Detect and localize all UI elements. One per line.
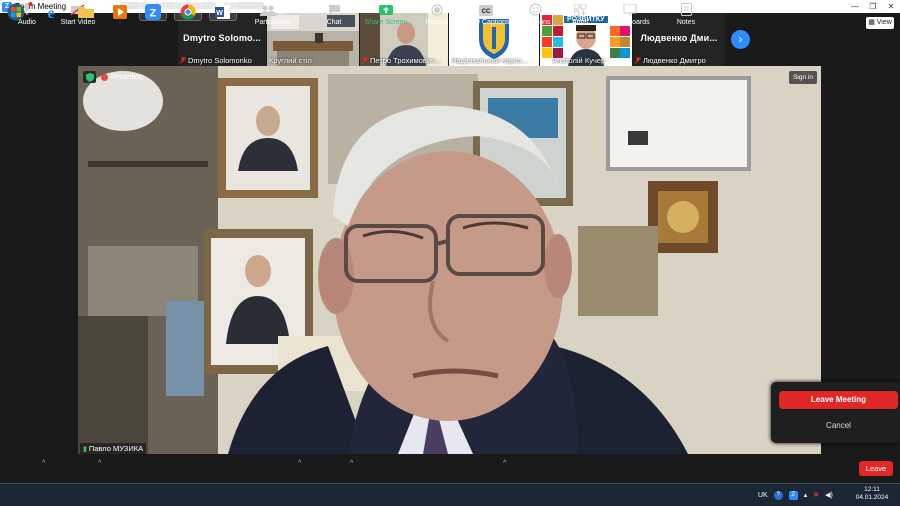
taskbar-clock[interactable]: 12:11 04.01.2024 (852, 486, 892, 502)
taskbar-internet-explorer[interactable]: e (37, 2, 65, 21)
zoom-app-icon: Z (145, 3, 161, 20)
whiteboard-icon (623, 4, 637, 16)
windows-start-icon (7, 3, 25, 20)
system-tray: UK ? Z ▴ ✖ ◀) (758, 484, 833, 506)
internet-explorer-icon: e (47, 5, 54, 20)
sign-in-button[interactable]: Sign in (789, 71, 817, 84)
participants-options-caret[interactable]: ^ (298, 460, 301, 467)
svg-text:W: W (216, 10, 223, 17)
participants-icon (260, 5, 277, 16)
chat-icon (328, 5, 340, 15)
participants-count: 10 (278, 9, 286, 16)
participant-label: Анатолій Кучер (552, 56, 606, 65)
leave-meeting-popup: Leave Meeting Cancel (771, 382, 900, 443)
maximize-icon[interactable]: ❐ (864, 0, 882, 13)
word-icon: W (215, 4, 230, 19)
whiteboards-button[interactable]: Whiteboards (608, 2, 652, 29)
chat-button[interactable]: Chat (320, 2, 348, 29)
cancel-button[interactable]: Cancel (779, 419, 898, 433)
participant-label: Людвенко Дмитро (635, 56, 723, 65)
volume-icon[interactable]: ◀) (825, 491, 833, 499)
notes-button[interactable]: Notes (672, 2, 700, 29)
participants-button[interactable]: 10 Participants (252, 2, 294, 29)
close-icon[interactable]: ✕ (882, 0, 900, 13)
active-speaker-video (78, 66, 821, 454)
muted-mic-icon (362, 57, 368, 64)
start-button[interactable] (2, 2, 30, 21)
share-screen-icon (379, 5, 393, 15)
participant-label: Петро Трохимович... (362, 56, 446, 65)
record-button[interactable]: Record (422, 2, 452, 29)
participant-label: Національний науко... (451, 56, 528, 65)
taskbar-media-player[interactable] (106, 2, 134, 21)
zoom-tray-icon[interactable]: Z (788, 490, 798, 500)
participant-big-name: Людвенко Дми... (640, 33, 718, 43)
participant-label: Круглий стіл (269, 56, 312, 65)
folder-icon (78, 6, 94, 18)
window-controls: — ❐ ✕ (846, 0, 900, 13)
apps-button[interactable]: Apps (566, 2, 594, 29)
captions-icon: CC (479, 5, 493, 16)
svg-text:e: e (47, 5, 54, 20)
active-speaker-name: ▮ Павло МУЗИКА (80, 443, 147, 454)
participant-big-name: Dmytro Solomo... (183, 33, 261, 43)
svg-text:CC: CC (482, 9, 491, 15)
help-icon[interactable]: ? (773, 490, 783, 500)
record-icon (431, 4, 443, 16)
audio-options-caret[interactable]: ^ (42, 460, 45, 467)
taskbar-chrome[interactable] (174, 2, 202, 21)
leave-meeting-button[interactable]: Leave Meeting (779, 391, 898, 409)
reactions-button[interactable]: Reactions (518, 2, 552, 29)
smiley-icon (528, 3, 542, 16)
muted-mic-icon (180, 57, 186, 64)
meeting-toolbar (0, 454, 900, 483)
language-indicator[interactable]: UK (758, 492, 768, 499)
captions-options-caret[interactable]: ^ (503, 460, 506, 467)
share-screen-button[interactable]: Share Screen (364, 2, 408, 29)
taskbar-file-explorer[interactable] (72, 2, 100, 21)
security-shield-icon[interactable] (83, 71, 96, 83)
recording-dot-icon (101, 74, 108, 81)
gallery-next-button[interactable]: › (731, 30, 750, 49)
view-button[interactable]: ▦ View (866, 17, 894, 29)
grid-icon: ▦ (868, 19, 875, 26)
expand-tray-icon[interactable]: ▴ (804, 491, 808, 499)
leave-button[interactable]: Leave (859, 461, 893, 476)
video-side-margin-left (0, 66, 78, 454)
media-player-icon (113, 4, 127, 19)
svg-text:Z: Z (150, 7, 157, 19)
speaker-video-frame (78, 66, 821, 454)
participant-label: Dmytro Solomonko (180, 56, 264, 65)
taskbar-zoom[interactable]: Z (139, 2, 167, 21)
chat-options-caret[interactable]: ^ (350, 460, 353, 467)
show-captions-button[interactable]: CC Show Captions (462, 2, 510, 29)
notes-icon (680, 3, 692, 16)
muted-mic-icon (635, 57, 641, 64)
network-error-icon[interactable]: ✖ (813, 491, 819, 499)
audio-level-icon: ▮ (83, 445, 87, 453)
taskbar-word[interactable]: W (209, 2, 237, 21)
chevron-right-icon: › (738, 32, 743, 46)
minimize-icon[interactable]: — (846, 0, 864, 13)
chrome-icon (180, 3, 196, 20)
recording-indicator[interactable]: Recording (101, 72, 143, 83)
apps-icon (573, 4, 586, 16)
video-options-caret[interactable]: ^ (98, 460, 101, 467)
